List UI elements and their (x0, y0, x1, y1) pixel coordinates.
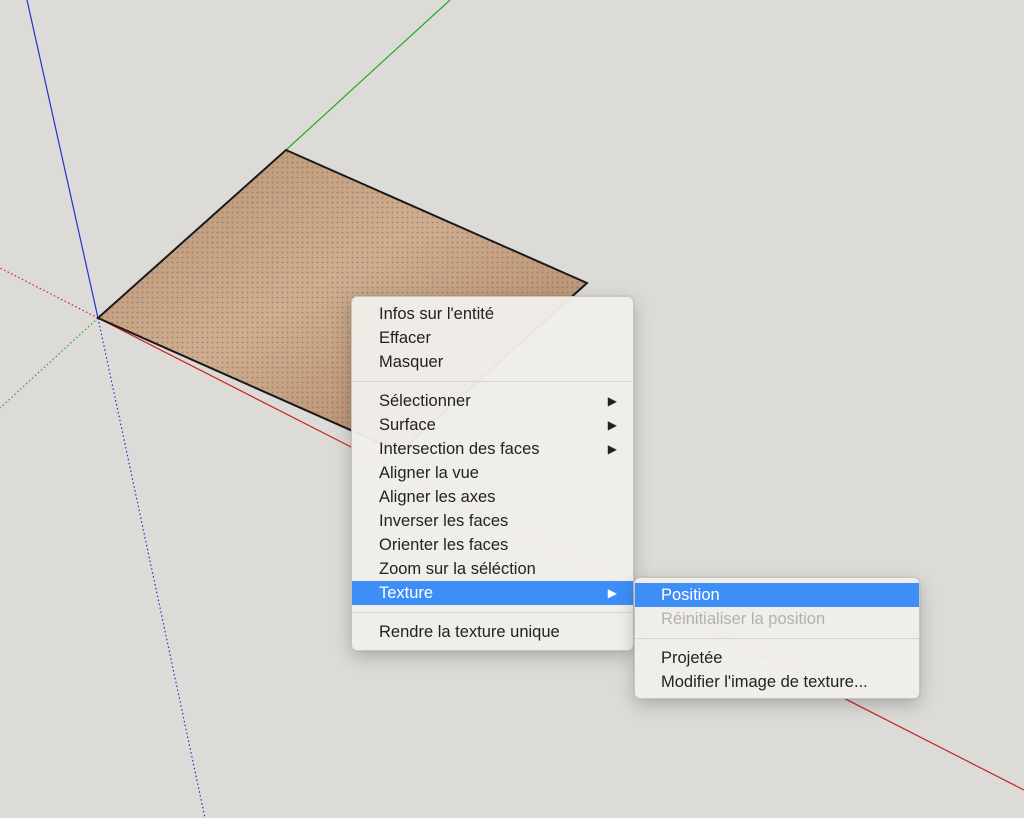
submenu-arrow-icon: ▶ (607, 442, 617, 456)
texture-submenu: Position Réinitialiser la position Proje… (634, 577, 920, 699)
menu-item-align-view[interactable]: Aligner la vue (352, 461, 633, 485)
blue-axis-positive (26, 0, 99, 319)
menu-separator (352, 381, 633, 382)
menu-item-surface[interactable]: Surface ▶ (352, 413, 633, 437)
menu-item-select[interactable]: Sélectionner ▶ (352, 389, 633, 413)
menu-item-orient-faces[interactable]: Orienter les faces (352, 533, 633, 557)
submenu-item-projected[interactable]: Projetée (635, 646, 919, 670)
menu-item-erase[interactable]: Effacer (352, 326, 633, 350)
menu-item-texture[interactable]: Texture ▶ (352, 581, 633, 605)
red-axis-negative (0, 267, 99, 319)
submenu-arrow-icon: ▶ (607, 394, 617, 408)
menu-item-entity-info[interactable]: Infos sur l'entité (352, 302, 633, 326)
menu-item-reverse-faces[interactable]: Inverser les faces (352, 509, 633, 533)
menu-item-make-unique-texture[interactable]: Rendre la texture unique (352, 620, 633, 644)
menu-item-hide[interactable]: Masquer (352, 350, 633, 374)
menu-separator (352, 612, 633, 613)
menu-item-align-axes[interactable]: Aligner les axes (352, 485, 633, 509)
context-menu: Infos sur l'entité Effacer Masquer Sélec… (351, 296, 634, 651)
submenu-arrow-icon: ▶ (607, 418, 617, 432)
submenu-item-reset-position: Réinitialiser la position (661, 610, 826, 628)
submenu-arrow-icon: ▶ (607, 586, 617, 600)
green-axis-negative (0, 317, 99, 409)
submenu-item-position[interactable]: Position (635, 583, 919, 607)
submenu-item-edit-texture-image[interactable]: Modifier l'image de texture... (635, 670, 919, 694)
green-axis-positive (285, 0, 451, 151)
blue-axis-negative (97, 317, 206, 818)
menu-separator (635, 638, 919, 639)
menu-item-zoom-selection[interactable]: Zoom sur la séléction (352, 557, 633, 581)
drawing-viewport[interactable]: Infos sur l'entité Effacer Masquer Sélec… (0, 0, 1024, 818)
menu-item-intersect-faces[interactable]: Intersection des faces ▶ (352, 437, 633, 461)
